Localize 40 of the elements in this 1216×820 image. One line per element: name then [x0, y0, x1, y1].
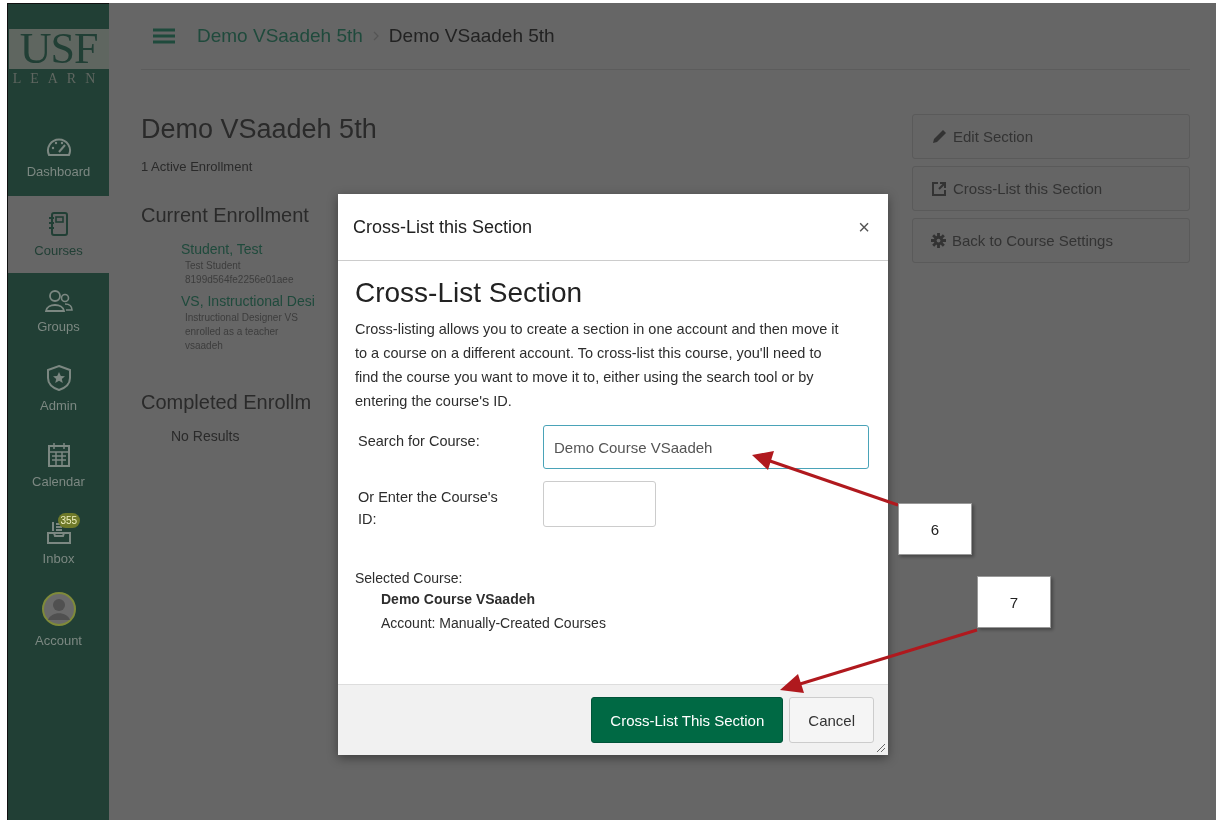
unread-badge: 355 [57, 513, 81, 528]
menu-icon[interactable] [153, 28, 175, 44]
cancel-button[interactable]: Cancel [789, 697, 874, 743]
search-field[interactable]: Demo Course VSaadeh [543, 425, 869, 469]
logo-subtext: LEARN [12, 71, 105, 87]
shield-icon [45, 364, 72, 392]
close-button[interactable]: × [858, 215, 870, 239]
nav-item[interactable]: Courses [8, 196, 109, 273]
notebook-icon [47, 211, 70, 237]
gauge-icon [45, 136, 72, 158]
pencil-icon [931, 128, 947, 145]
people-icon [44, 289, 73, 313]
submit-button[interactable]: Cross-List This Section [591, 697, 784, 743]
nav-item[interactable]: Account [8, 581, 109, 658]
nav-item[interactable]: Admin [8, 350, 109, 427]
gear-icon [931, 233, 946, 248]
breadcrumb-current: Demo VSaadeh 5th [388, 25, 555, 47]
calendar-icon [46, 442, 71, 468]
field-label: Or Enter the Course's ID: [357, 488, 499, 529]
external-link-icon [931, 180, 947, 197]
resize-grip-icon [876, 743, 886, 753]
avatar-icon [40, 591, 77, 627]
field-label: Search for Course: [357, 432, 481, 451]
dialog-title: Cross-List this Section [353, 216, 533, 238]
dialog-heading: Cross-List Section [355, 277, 584, 309]
callout-label: 6 [898, 503, 972, 555]
nav-item[interactable]: Dashboard [8, 119, 109, 196]
nav-item[interactable]: Groups [8, 273, 109, 350]
breadcrumb-link[interactable]: Demo VSaadeh 5th [197, 25, 363, 47]
page-title: Demo VSaadeh 5th [141, 114, 377, 145]
logo-text: USF [8, 29, 109, 69]
dialog-description: Cross-listing allows you to create a section in one account and then move it to a course on a different account. To cross-list this course, you'll need to find the course you want to move it to, either using the search tool or by entering the course's ID. [355, 320, 840, 411]
selected-label: Selected Course: [355, 570, 464, 586]
selected-course: Demo Course VSaadeh [380, 591, 537, 607]
course-id-field[interactable] [543, 481, 656, 527]
nav-item[interactable]: Calendar [8, 427, 109, 504]
nav-item[interactable]: 355 Inbox [8, 504, 109, 581]
selected-account: Account: Manually-Created Courses [380, 615, 607, 631]
enrollment-count: 1 Active Enrollment [141, 159, 254, 174]
callout-label: 7 [977, 576, 1051, 628]
